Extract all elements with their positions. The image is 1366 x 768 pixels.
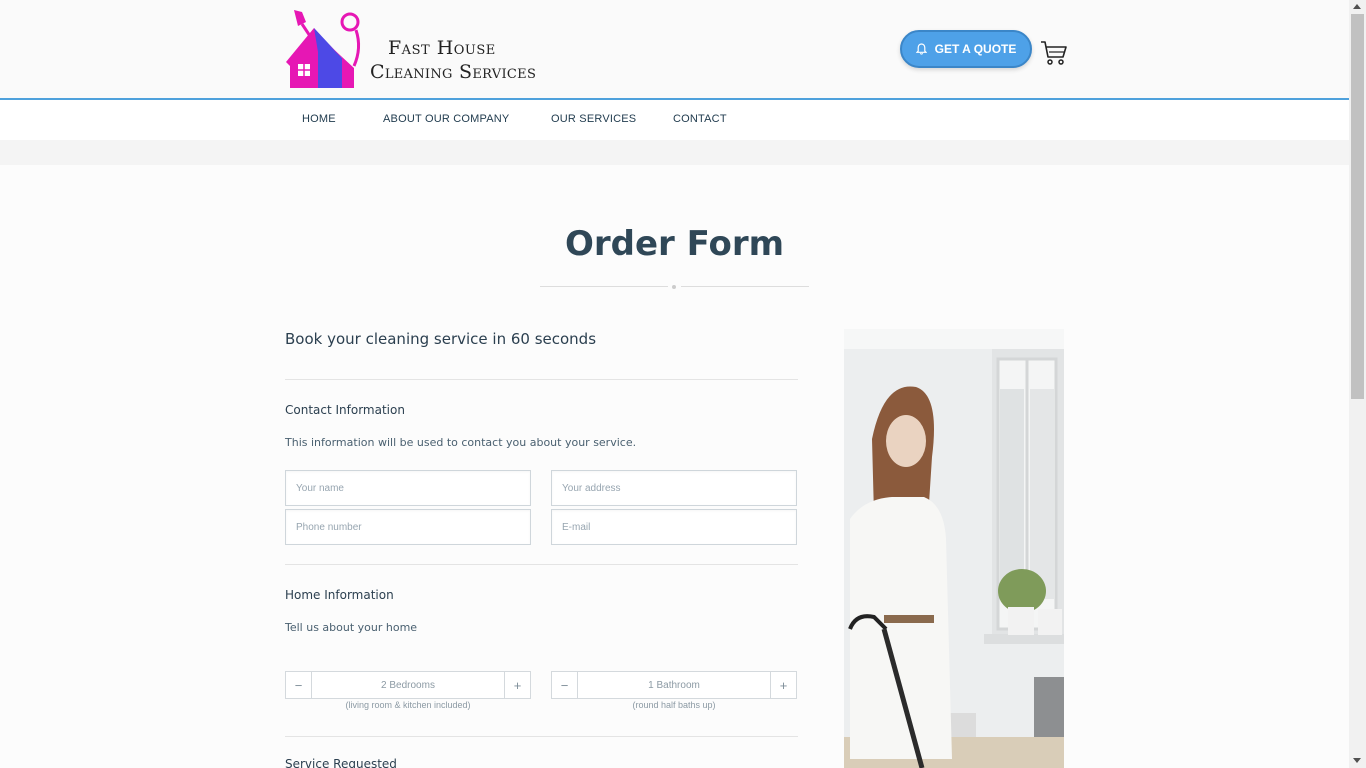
logo-text: Fast House Cleaning Services (370, 36, 536, 84)
name-input[interactable] (285, 470, 531, 506)
bathrooms-note: (round half baths up) (632, 700, 716, 710)
cart-icon[interactable] (1040, 40, 1068, 66)
get-a-quote-label: GET A QUOTE (934, 42, 1017, 56)
bathrooms-stepper: − 1 Bathroom + (551, 671, 797, 699)
nav-item-services[interactable]: OUR SERVICES (551, 113, 636, 125)
scroll-down-icon[interactable] (1353, 758, 1361, 763)
address-input[interactable] (551, 470, 797, 506)
service-section-title: Service Requested (285, 757, 397, 768)
logo[interactable]: Fast House Cleaning Services (284, 8, 549, 92)
logo-line-2: Cleaning Services (370, 61, 537, 83)
contact-section-title: Contact Information (285, 403, 405, 417)
bedrooms-value: 2 Bedrooms (381, 679, 435, 691)
bedrooms-note: (living room & kitchen included) (345, 700, 471, 710)
scroll-up-icon[interactable] (1353, 4, 1361, 9)
contact-section-desc: This information will be used to contact… (285, 436, 637, 449)
page-scrollbar[interactable] (1349, 0, 1366, 768)
cleaning-woman-photo (844, 329, 1064, 768)
page: Fast House Cleaning Services GET A QUOTE… (0, 0, 1349, 768)
bathrooms-decrement-button[interactable]: − (552, 672, 578, 698)
nav-item-about[interactable]: ABOUT OUR COMPANY (383, 113, 509, 125)
page-title: Order Form (564, 224, 785, 264)
breadcrumb-strip (0, 140, 1349, 165)
title-divider (540, 285, 809, 289)
home-section-desc: Tell us about your home (285, 621, 418, 634)
bell-icon (915, 43, 927, 55)
get-a-quote-button[interactable]: GET A QUOTE (900, 30, 1032, 68)
house-logo-icon (286, 10, 361, 88)
home-section-title: Home Information (285, 588, 394, 602)
email-input[interactable] (551, 509, 797, 545)
bathrooms-increment-button[interactable]: + (770, 672, 796, 698)
phone-input[interactable] (285, 509, 531, 545)
divider (285, 736, 798, 737)
divider (285, 379, 798, 380)
bathrooms-value: 1 Bathroom (648, 679, 700, 691)
divider (285, 564, 798, 565)
bedrooms-increment-button[interactable]: + (504, 672, 530, 698)
form-subtitle: Book your cleaning service in 60 seconds (285, 330, 597, 348)
bedrooms-stepper: − 2 Bedrooms + (285, 671, 531, 699)
logo-line-1: Fast House (388, 37, 496, 59)
site-header: Fast House Cleaning Services GET A QUOTE (0, 0, 1349, 100)
scroll-thumb[interactable] (1351, 14, 1364, 399)
bedrooms-decrement-button[interactable]: − (286, 672, 312, 698)
main-nav: HOME ABOUT OUR COMPANY OUR SERVICES CONT… (0, 100, 1349, 140)
nav-item-contact[interactable]: CONTACT (673, 113, 727, 125)
nav-item-home[interactable]: HOME (302, 113, 336, 125)
